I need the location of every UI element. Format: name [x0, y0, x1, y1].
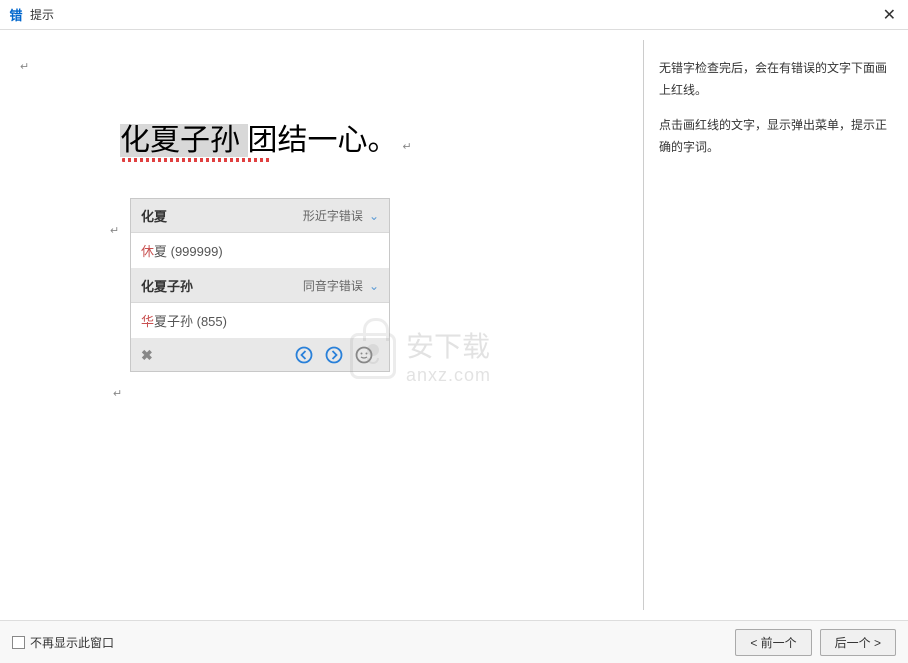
popup-section-header[interactable]: 化夏子孙 同音字错误 ⌄ [131, 269, 389, 303]
correction-char: 华 [141, 314, 154, 329]
tip-text-1: 无错字检查完后，会在有错误的文字下面画上红线。 [659, 58, 893, 101]
watermark-en-text: anxz.com [406, 365, 491, 386]
window-title: 提示 [30, 6, 879, 23]
checkbox-label: 不再显示此窗口 [30, 634, 114, 651]
popup-section-header[interactable]: 化夏 形近字错误 ⌄ [131, 199, 389, 233]
chevron-down-icon[interactable]: ⌄ [369, 209, 379, 223]
titlebar: 错 提示 ✕ [0, 0, 908, 30]
suggestion-item[interactable]: 休夏 (999999) [131, 233, 389, 269]
tip-text-2: 点击画红线的文字，显示弹出菜单，提示正确的字词。 [659, 115, 893, 158]
error-type-label: 同音字错误 [303, 277, 363, 294]
popup-close-icon[interactable]: ✖ [141, 347, 153, 364]
highlighted-error-text[interactable]: 化夏子孙 [120, 124, 248, 157]
correction-char: 休 [141, 244, 154, 259]
next-icon[interactable] [325, 346, 343, 364]
footer: 不再显示此窗口 < 前一个 后一个 > [0, 620, 908, 663]
left-panel: ↵ ↵ 化夏子孙 团结一心。 ↵ 化夏 形近字错误 ⌄ 休夏 (999999) 化… [0, 30, 643, 620]
prev-button[interactable]: < 前一个 [735, 629, 811, 656]
error-underline-icon [122, 158, 270, 162]
popup-toolbar: ✖ [131, 339, 389, 371]
correction-rest: 夏子孙 (855) [154, 314, 227, 329]
close-icon[interactable]: ✕ [879, 5, 900, 25]
suggestion-popup: 化夏 形近字错误 ⌄ 休夏 (999999) 化夏子孙 同音字错误 ⌄ 华夏子孙… [130, 198, 390, 372]
checkbox-icon[interactable] [12, 636, 25, 649]
error-type-label: 形近字错误 [303, 207, 363, 224]
content-area: ↵ ↵ 化夏子孙 团结一心。 ↵ 化夏 形近字错误 ⌄ 休夏 (999999) 化… [0, 30, 908, 620]
next-button[interactable]: 后一个 > [820, 629, 896, 656]
right-panel: 无错字检查完后，会在有错误的文字下面画上红线。 点击画红线的文字，显示弹出菜单，… [643, 40, 908, 610]
error-word-label: 化夏 [141, 206, 303, 225]
watermark-cn-text: 安下载 [406, 325, 491, 365]
paragraph-marker-icon: ↵ [113, 387, 122, 400]
paragraph-marker-icon: ↵ [20, 60, 29, 73]
suggestion-item[interactable]: 华夏子孙 (855) [131, 303, 389, 339]
dont-show-checkbox[interactable]: 不再显示此窗口 [12, 634, 114, 651]
document-area: ↵ 化夏子孙 团结一心。 ↵ [20, 115, 623, 159]
settings-icon[interactable] [355, 346, 373, 364]
app-icon: 错 [8, 7, 24, 23]
document-text[interactable]: 化夏子孙 团结一心。 ↵ [120, 115, 623, 159]
error-text-segment: 化夏子孙 [120, 124, 240, 157]
prev-icon[interactable] [295, 346, 313, 364]
chevron-down-icon[interactable]: ⌄ [369, 279, 379, 293]
correction-rest: 夏 (999999) [154, 244, 223, 259]
paragraph-marker-icon: ↵ [110, 224, 119, 237]
text-rest: 团结一心。 [248, 124, 398, 157]
paragraph-marker-icon: ↵ [403, 141, 412, 153]
error-word-label: 化夏子孙 [141, 276, 303, 295]
